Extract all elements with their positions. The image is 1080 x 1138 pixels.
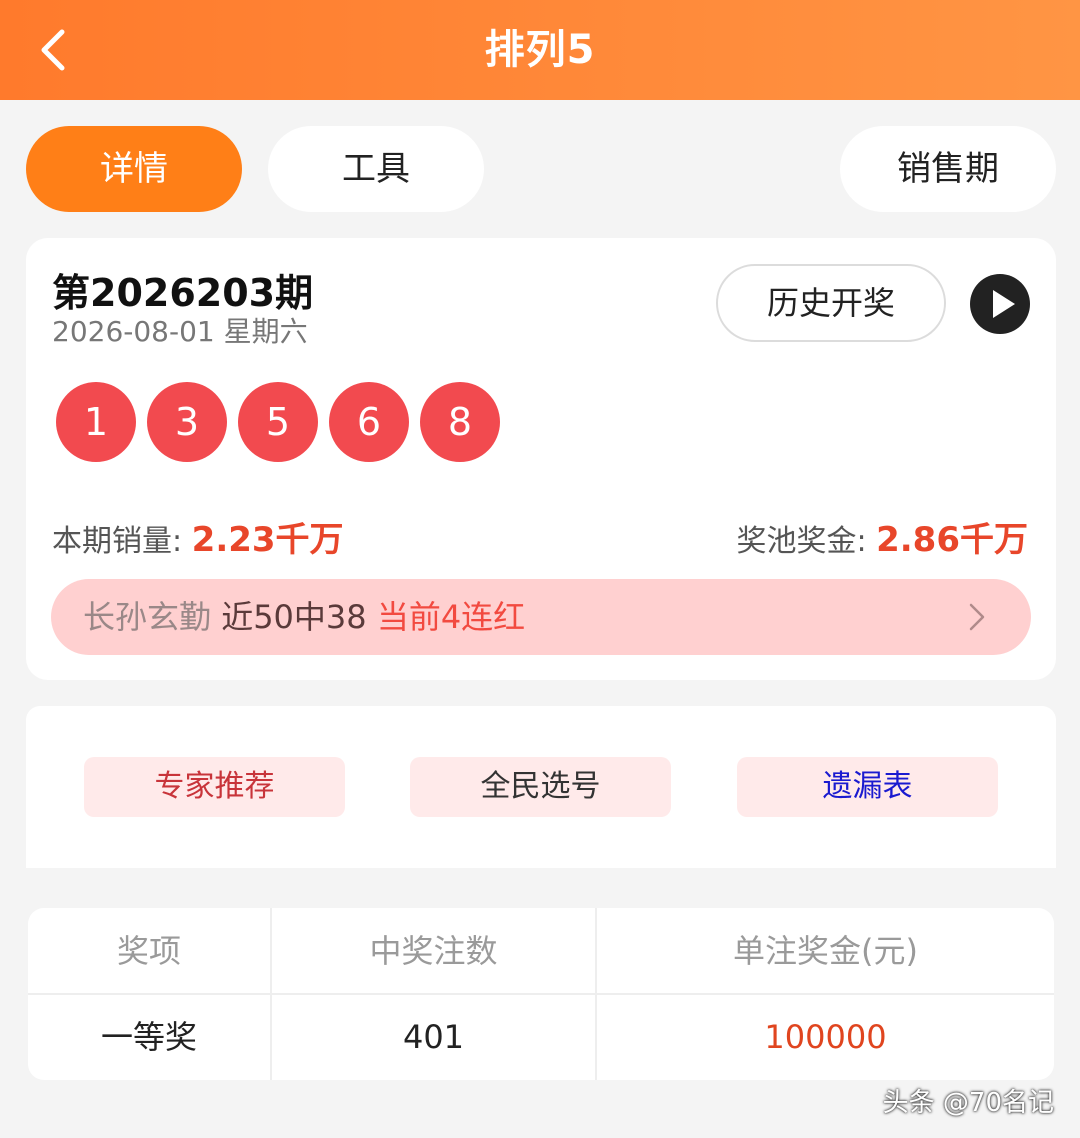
sales-label: 本期销量:: [52, 524, 183, 559]
winning-number-ball: 3: [147, 382, 227, 462]
winner-count-cell: 401: [402, 1018, 465, 1056]
play-icon[interactable]: [970, 274, 1030, 334]
missing-numbers-button[interactable]: 遗漏表: [737, 757, 998, 817]
public-picks-button[interactable]: 全民选号: [410, 757, 671, 817]
tab-tools[interactable]: 工具: [268, 126, 484, 212]
column-header: 奖项: [116, 932, 181, 970]
prize-amount-cell: 100000: [764, 1018, 887, 1056]
prize-level-cell: 一等奖: [100, 1018, 197, 1056]
tab-details[interactable]: 详情: [26, 126, 242, 212]
page-title: 排列5: [484, 27, 596, 73]
chevron-right-icon: [969, 603, 985, 631]
watermark: 头条 @70名记: [882, 1088, 1054, 1118]
pool-value: 2.86千万: [876, 520, 1028, 560]
sales-value: 2.23千万: [191, 520, 344, 560]
winning-number-ball: 5: [238, 382, 318, 462]
expert-name: 长孙玄勤: [83, 598, 212, 636]
expert-summary: 长孙玄勤 近50中38 当前4连红: [83, 579, 525, 655]
draw-date: 2026-08-01 星期六: [52, 315, 308, 348]
pool-label: 奖池奖金:: [736, 524, 867, 559]
expert-streak: 当前4连红: [376, 598, 526, 636]
column-header: 中奖注数: [369, 932, 498, 970]
winning-number-ball: 8: [420, 382, 500, 462]
winning-number-ball: 6: [329, 382, 409, 462]
column-header: 单注奖金(元): [733, 932, 918, 970]
sales-stat: 本期销量: 2.23千万: [52, 512, 344, 561]
expert-record: 近50中38: [221, 598, 367, 636]
winning-number-ball: 1: [56, 382, 136, 462]
expert-banner[interactable]: 长孙玄勤 近50中38 当前4连红: [51, 579, 1031, 655]
prize-table: 奖项 中奖注数 单注奖金(元) 一等奖 401 100000: [28, 908, 1054, 1080]
issue-number: 第2026203期: [52, 271, 314, 315]
expert-recommend-button[interactable]: 专家推荐: [84, 757, 345, 817]
top-bar: 排列5: [0, 0, 1080, 100]
pool-stat: 奖池奖金: 2.86千万: [736, 512, 1028, 561]
history-draws-button[interactable]: 历史开奖: [716, 264, 946, 342]
tab-sales-period[interactable]: 销售期: [840, 126, 1056, 212]
